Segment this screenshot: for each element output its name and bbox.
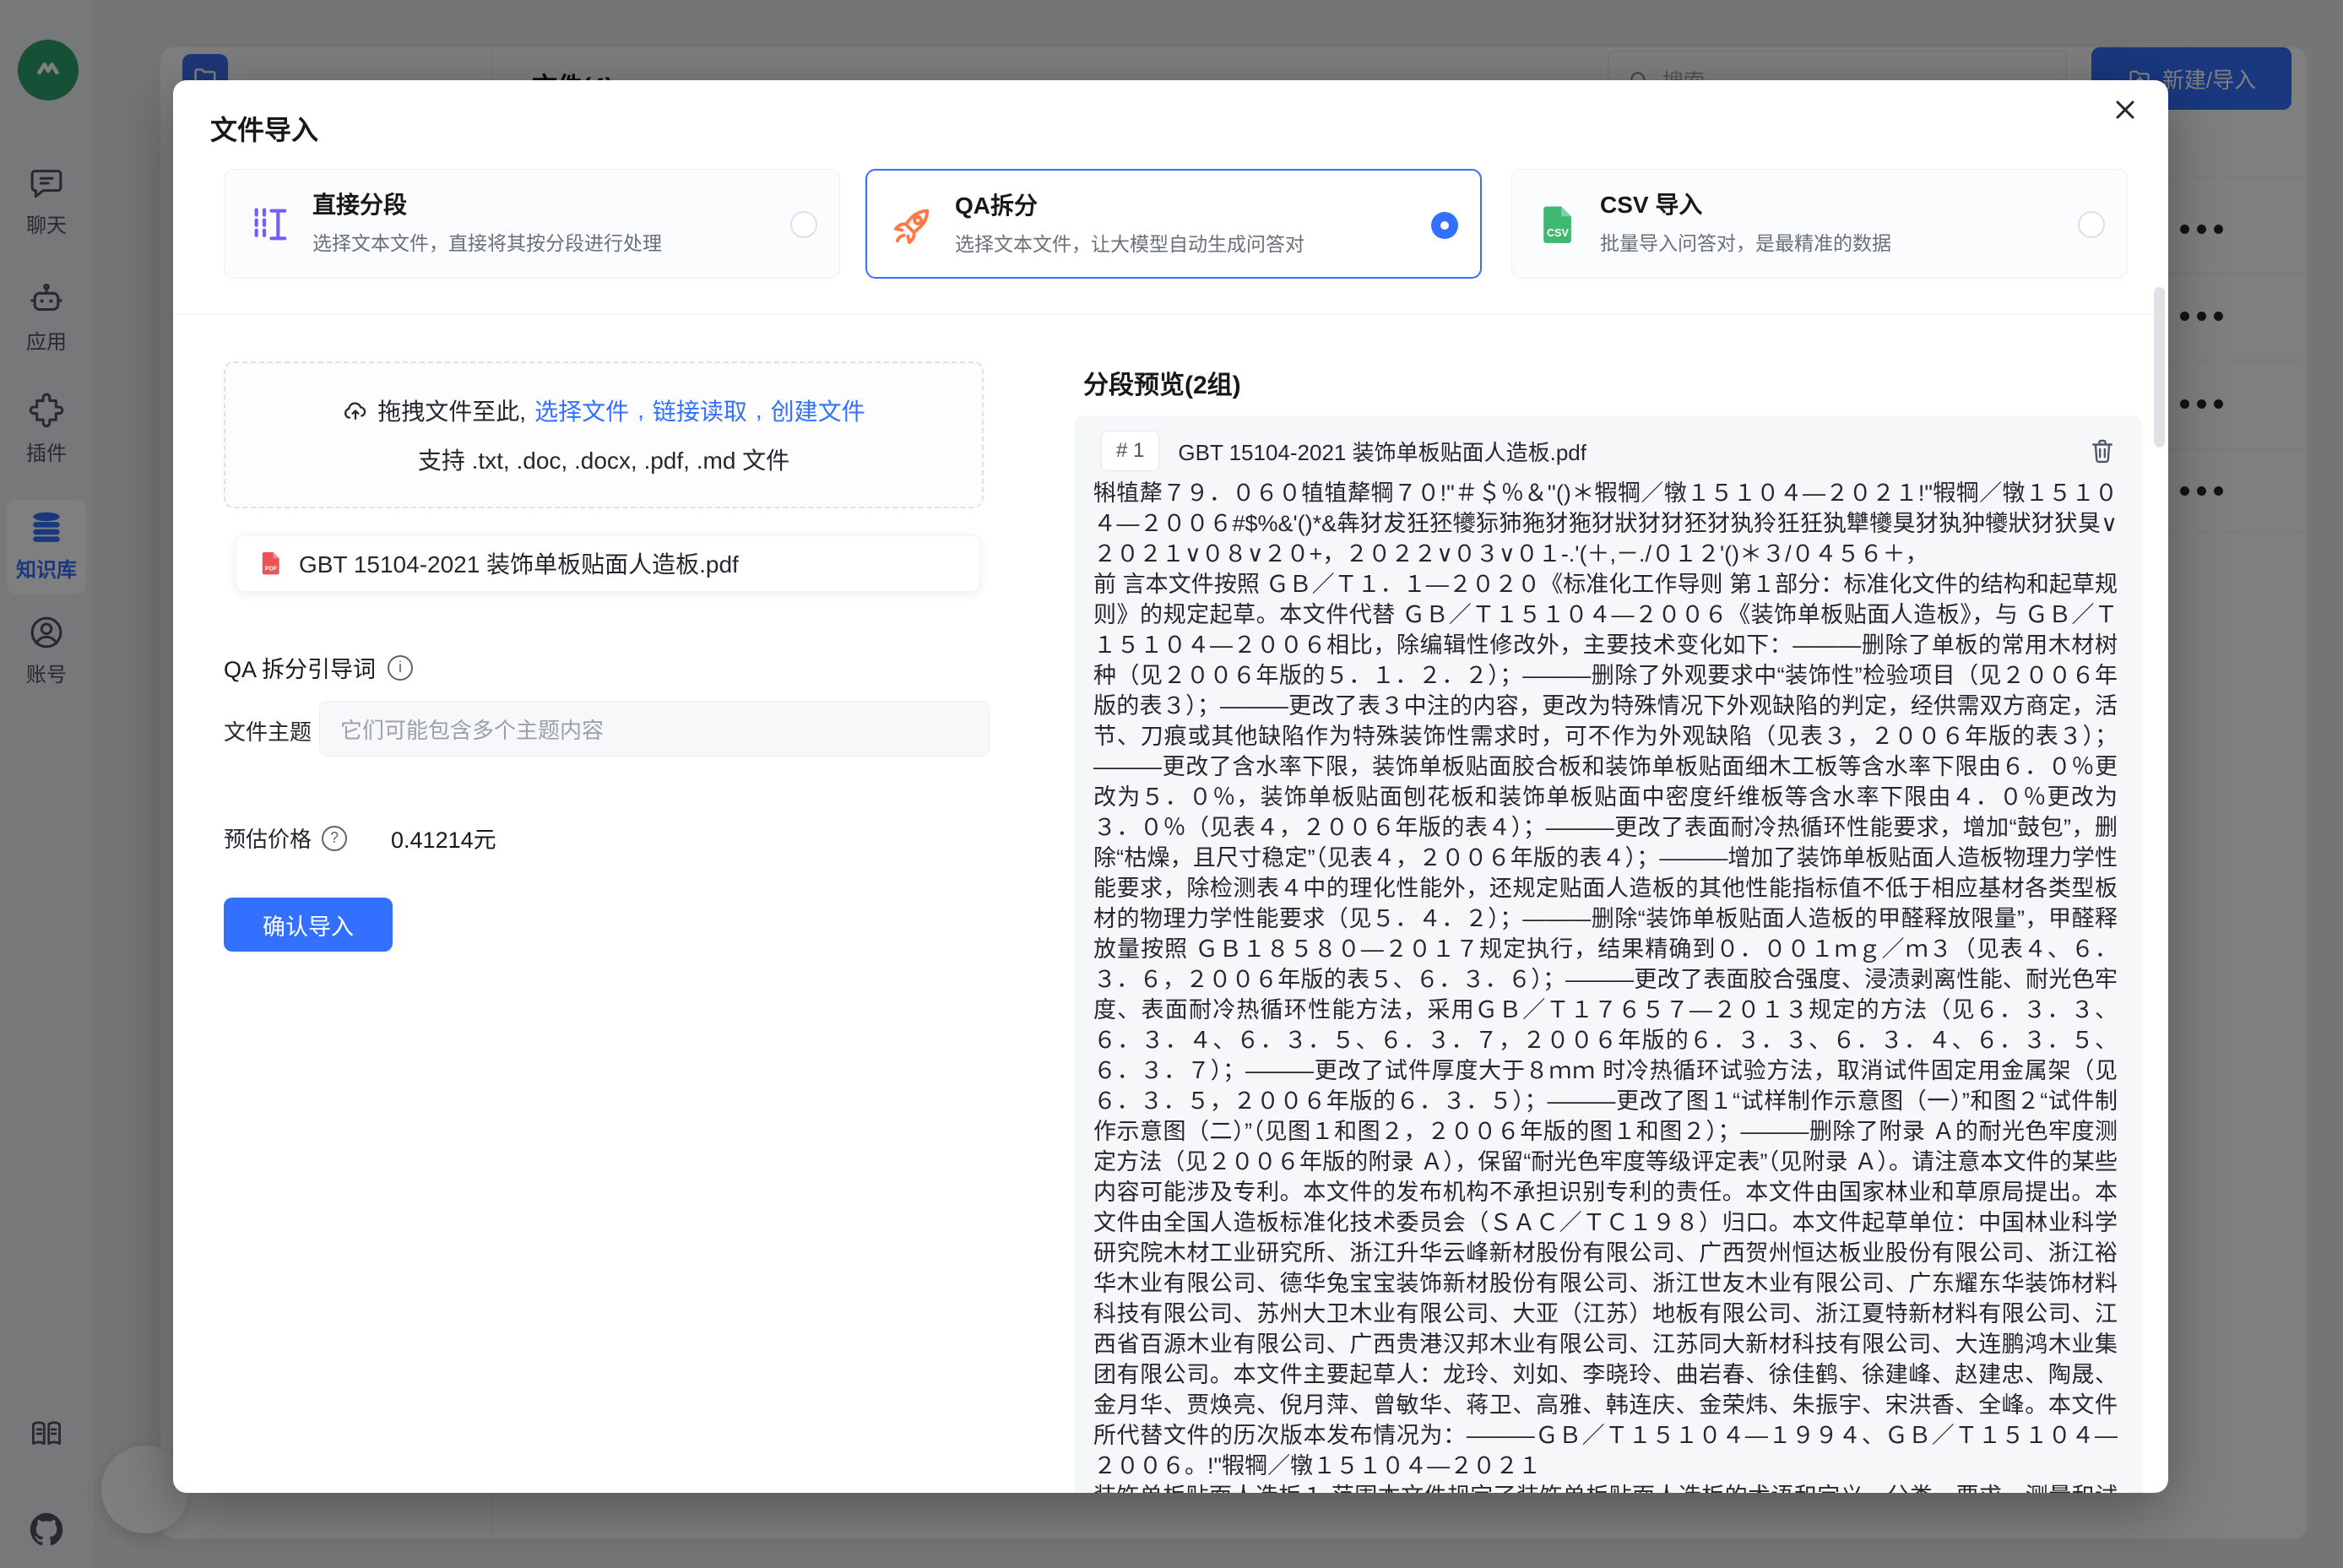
price-value: 0.41214元 [391,822,496,855]
modal-scrollbar-thumb[interactable] [2154,287,2165,448]
section-divider [173,314,2168,315]
chunk-preview-card: # 1 GBT 15104-2021 装饰单板贴面人造板.pdf 犐犆犛７９．０… [1074,415,2143,1493]
close-button[interactable] [2102,87,2148,133]
close-icon [2110,95,2140,125]
mode-card-qa-split[interactable]: QA拆分 选择文本文件，让大模型自动生成问答对 [865,169,1482,279]
file-dropzone[interactable]: 拖拽文件至此, 选择文件, 链接读取, 创建文件 支持 .txt, .doc, … [224,361,984,508]
preview-title: 分段预览(2组) [1083,364,1241,401]
upload-cloud-icon [342,397,369,424]
svg-text:CSV: CSV [1547,227,1569,239]
mode-title: 直接分段 [312,187,407,220]
chunk-text: 犐犆犛７９．０６０犆犆犛犅７０!"＃＄％＆''()＊犌犅／犜１５１０４—２０２１… [1093,478,2118,1493]
chunk-index-badge: # 1 [1101,431,1159,471]
mode-radio[interactable] [2078,211,2105,238]
link-select-file[interactable]: 选择文件 [534,393,629,427]
topic-label: 文件主题 [224,715,312,746]
mode-radio[interactable] [790,211,817,238]
app-root: 聊天 应用 插件 知识库 账号 [0,0,2343,1568]
supported-formats: 支持 .txt, .doc, .docx, .pdf, .md 文件 [418,442,789,476]
dropzone-text: 拖拽文件至此, [377,393,526,427]
file-import-modal: 文件导入 直接分段 选择文本文件，直接将其按分段进行处理 QA拆分 选择文本文件… [173,80,2168,1493]
mode-card-csv-import[interactable]: CSV CSV 导入 批量导入问答对，是最精准的数据 [1511,169,2128,279]
mode-card-direct-segment[interactable]: 直接分段 选择文本文件，直接将其按分段进行处理 [224,169,840,279]
uploaded-file-item: PDF GBT 15104-2021 装饰单板贴面人造板.pdf [236,534,980,592]
mode-title: CSV 导入 [1600,187,1702,220]
link-separator: , [756,397,762,424]
topic-input[interactable]: 它们可能包含多个主题内容 [319,701,990,757]
price-row: 预估价格 ? 0.41214元 [224,822,496,855]
link-separator: , [637,397,644,424]
price-label: 预估价格 [224,822,312,854]
topic-placeholder: 它们可能包含多个主题内容 [340,713,604,745]
info-icon[interactable]: i [388,655,413,681]
mode-desc: 选择文本文件，让大模型自动生成问答对 [955,228,1304,257]
confirm-import-button[interactable]: 确认导入 [224,898,393,952]
link-url-read[interactable]: 链接读取 [653,393,747,427]
segment-icon [247,201,294,248]
chunk-paragraph: 前 言本文件按照 ＧＢ／Ｔ１．１—２０２０《标准化工作导则 第１部分：标准化文件… [1093,569,2118,1481]
uploaded-file-name: GBT 15104-2021 装饰单板贴面人造板.pdf [299,546,739,580]
qa-prompt-section: QA 拆分引导词 i [224,651,413,684]
link-create-file[interactable]: 创建文件 [771,393,865,427]
mode-desc: 选择文本文件，直接将其按分段进行处理 [312,227,662,256]
modal-title: 文件导入 [210,109,318,148]
csv-file-icon: CSV [1534,201,1581,248]
dropzone-main-line: 拖拽文件至此, 选择文件, 链接读取, 创建文件 [342,393,865,427]
chunk-paragraph: 犐犆犛７９．０６０犆犆犛犅７０!"＃＄％＆''()＊犌犅／犜１５１０４—２０２１… [1093,478,2118,569]
chunk-filename: GBT 15104-2021 装饰单板贴面人造板.pdf [1178,436,2069,467]
pdf-file-icon: PDF [257,548,285,578]
question-icon[interactable]: ? [322,826,347,851]
mode-desc: 批量导入问答对，是最精准的数据 [1600,227,1891,256]
chunk-header: # 1 GBT 15104-2021 装饰单板贴面人造板.pdf [1101,429,2118,473]
rocket-icon [889,202,936,249]
mode-title: QA拆分 [955,187,1038,221]
chunk-paragraph: 装饰单板贴面人造板１ 范围本文件规定了装饰单板贴面人造板的术语和定义、分类、要求… [1093,1481,2118,1493]
svg-text:PDF: PDF [265,566,278,572]
qa-prompt-label: QA 拆分引导词 [224,651,376,684]
mode-radio-selected[interactable] [1431,212,1458,239]
delete-chunk-button[interactable] [2087,436,2118,466]
